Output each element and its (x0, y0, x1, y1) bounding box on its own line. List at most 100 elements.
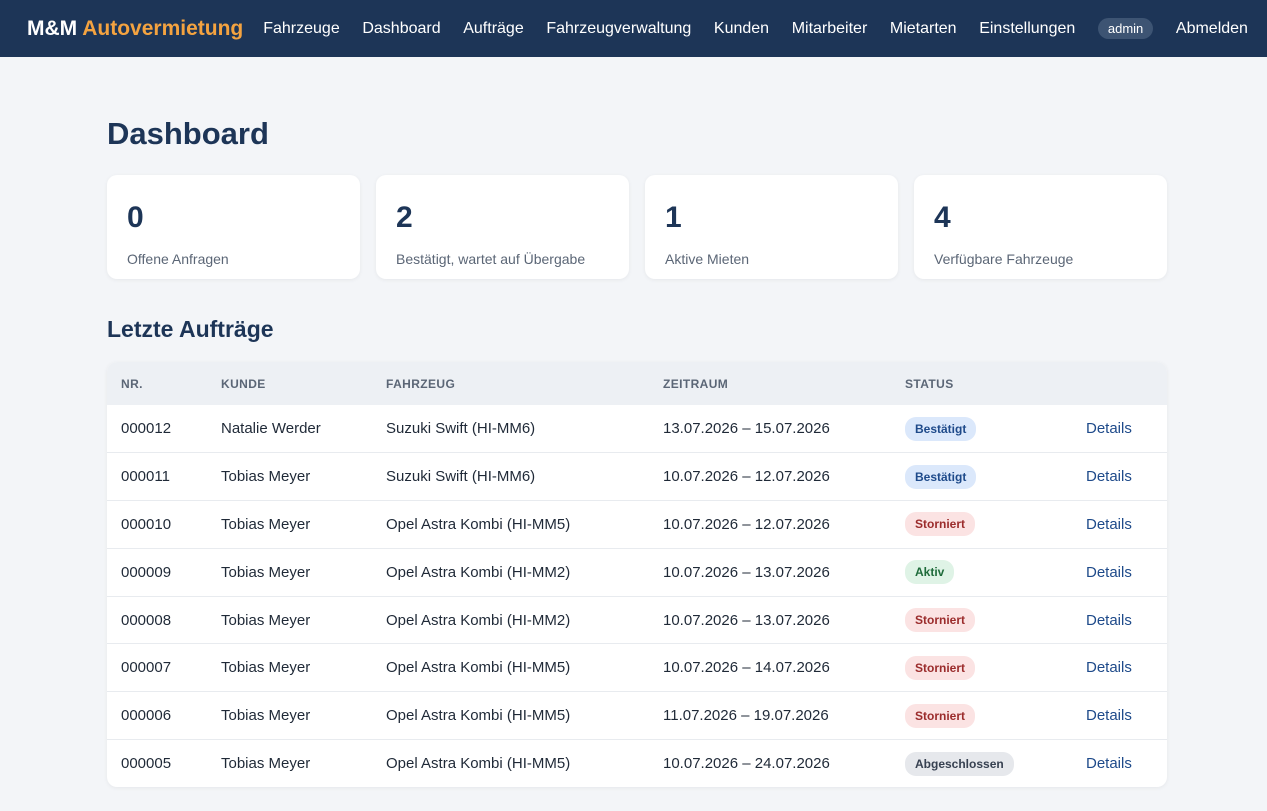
period-cell: 10.07.2026 – 24.07.2026 (649, 739, 891, 788)
status-cell: Bestätigt (891, 452, 1072, 501)
top-navbar: M&M Autovermietung Fahrzeuge Dashboard A… (0, 0, 1267, 57)
brand-name-part2: Autovermietung (82, 16, 244, 40)
order-number-cell: 000007 (107, 643, 207, 692)
page-title: Dashboard (107, 116, 269, 151)
period-cell: 11.07.2026 – 19.07.2026 (649, 691, 891, 740)
stat-value: 4 (934, 201, 951, 234)
status-cell: Bestätigt (891, 405, 1072, 453)
column-header-zeitraum: ZEITRAUM (649, 362, 891, 405)
order-number-cell: 000011 (107, 452, 207, 501)
details-link[interactable]: Details (1086, 755, 1132, 772)
status-badge: Abgeschlossen (905, 751, 1014, 776)
vehicle-cell: Opel Astra Kombi (HI-MM5) (372, 691, 649, 740)
column-header-actions (1072, 362, 1167, 405)
table-row: 000010 Tobias Meyer Opel Astra Kombi (HI-M… (107, 500, 1167, 549)
details-link[interactable]: Details (1086, 420, 1132, 437)
customer-cell: Tobias Meyer (207, 595, 372, 644)
stat-card-bestaetigt: 2 Bestätigt, wartet auf Übergabe (376, 175, 629, 279)
nav-item-einstellungen[interactable]: Einstellungen (979, 20, 1075, 38)
status-cell: Abgeschlossen (891, 739, 1072, 788)
nav-item-mitarbeiter[interactable]: Mitarbeiter (792, 20, 868, 38)
vehicle-cell: Suzuki Swift (HI-MM6) (386, 420, 536, 438)
period-cell: 10.07.2026 – 12.07.2026 (649, 500, 891, 549)
nav-item-fahrzeugverwaltung[interactable]: Fahrzeugverwaltung (546, 20, 691, 38)
orders-table: NR. KUNDE FAHRZEUG ZEITRAUM STATUS 00001… (107, 362, 1167, 788)
order-number-cell: 000008 (107, 595, 207, 644)
stat-label: Aktive Mieten (665, 251, 750, 267)
orders-table-container: NR. KUNDE FAHRZEUG ZEITRAUM STATUS 00001… (107, 362, 1167, 788)
nav-item-kunden[interactable]: Kunden (714, 20, 769, 38)
status-badge: Storniert (905, 703, 976, 728)
status-cell: Storniert (891, 691, 1072, 740)
details-link[interactable]: Details (1086, 612, 1132, 629)
vehicle-cell: Opel Astra Kombi (HI-MM5) (372, 500, 649, 549)
vehicle-cell: Opel Astra Kombi (HI-MM5) (372, 739, 649, 788)
actions-cell: Details (1072, 691, 1167, 740)
customer-cell: Tobias Meyer (207, 547, 372, 597)
status-cell: Aktiv (891, 547, 1072, 597)
main-nav: Fahrzeuge Dashboard Aufträge Fahrzeugver… (263, 18, 1248, 39)
customer-cell: Tobias Meyer (207, 643, 372, 692)
nav-item-dashboard[interactable]: Dashboard (362, 20, 440, 38)
period-cell: 10.07.2026 – 13.07.2026 (649, 595, 891, 644)
details-link[interactable]: Details (1086, 707, 1132, 724)
details-link[interactable]: Details (1086, 516, 1132, 533)
status-cell: Storniert (891, 643, 1072, 692)
customer-cell: Tobias Meyer (207, 500, 372, 549)
table-row: 000012 Natalie Werder Suzuki Swift (HI-MM6… (107, 405, 1167, 453)
period-cell: 10.07.2026 – 14.07.2026 (649, 643, 891, 692)
actions-cell: Details (1072, 405, 1167, 453)
order-number-cell: 000009 (107, 547, 207, 597)
details-link[interactable]: Details (1086, 564, 1132, 581)
column-header-kunde: KUNDE (207, 362, 372, 405)
actions-cell: Details (1072, 547, 1167, 597)
table-row: 000005 Tobias Meyer Opel Astra Kombi (HI-M… (107, 739, 1167, 788)
nav-item-mietarten[interactable]: Mietarten (890, 20, 957, 38)
column-header-status: STATUS (891, 362, 1072, 405)
order-number-cell: 000006 (107, 691, 207, 740)
table-row: 000009 Tobias Meyer Opel Astra Kombi (HI-M… (107, 547, 1167, 597)
section-title-orders: Letzte Aufträge (107, 316, 274, 342)
details-link[interactable]: Details (1086, 468, 1132, 485)
stat-label: Offene Anfragen (127, 251, 229, 267)
stat-card-offene-anfragen: 0 Offene Anfragen (107, 175, 360, 279)
vehicle-cell: Opel Astra Kombi (HI-MM2) (372, 595, 649, 644)
stat-value: 0 (127, 201, 144, 234)
user-badge: admin (1097, 18, 1154, 39)
orders-table-body: 000012 Natalie Werder Suzuki Swift (HI-MM6… (107, 405, 1167, 788)
orders-table-header: NR. KUNDE FAHRZEUG ZEITRAUM STATUS (107, 362, 1167, 405)
brand-logo[interactable]: M&M Autovermietung (27, 17, 243, 41)
status-badge: Aktiv (905, 560, 955, 585)
stat-value: 2 (396, 201, 413, 234)
status-cell: Storniert (891, 595, 1072, 644)
actions-cell: Details (1072, 452, 1167, 501)
table-row: 000011 Tobias Meyer Suzuki Swift (HI-MM6) 1… (107, 452, 1167, 501)
actions-cell: Details (1072, 643, 1167, 692)
stat-card-aktive-mieten: 1 Aktive Mieten (645, 175, 898, 279)
table-row: 000006 Tobias Meyer Opel Astra Kombi (HI-M… (107, 691, 1167, 740)
column-header-fahrzeug: FAHRZEUG (372, 362, 649, 405)
status-cell: Storniert (891, 500, 1072, 549)
actions-cell: Details (1072, 500, 1167, 549)
stats-cards: 0 Offene Anfragen 2 Bestätigt, wartet au… (107, 175, 1167, 279)
order-number-cell: 000005 (107, 739, 207, 788)
logout-link[interactable]: Abmelden (1176, 20, 1248, 38)
period-cell: 10.07.2026 – 13.07.2026 (649, 547, 891, 597)
order-number-cell: 000010 (107, 500, 207, 549)
nav-item-auftraege[interactable]: Aufträge (463, 20, 523, 38)
details-link[interactable]: Details (1086, 659, 1132, 676)
status-badge: Bestätigt (905, 464, 977, 489)
customer-cell: Natalie Werder (221, 420, 321, 438)
nav-item-fahrzeuge[interactable]: Fahrzeuge (263, 20, 340, 38)
customer-cell: Tobias Meyer (207, 452, 372, 501)
table-row: 000007 Tobias Meyer Opel Astra Kombi (HI-M… (107, 643, 1167, 692)
status-badge: Storniert (905, 655, 976, 680)
column-header-nr: NR. (107, 362, 207, 405)
period-cell: 13.07.2026 – 15.07.2026 (663, 420, 830, 438)
stat-label: Bestätigt, wartet auf Übergabe (396, 251, 586, 267)
stat-value: 1 (665, 201, 682, 234)
vehicle-cell: Opel Astra Kombi (HI-MM5) (372, 643, 649, 692)
status-badge: Storniert (905, 608, 976, 633)
stat-label: Verfügbare Fahrzeuge (934, 251, 1074, 267)
actions-cell: Details (1072, 595, 1167, 644)
